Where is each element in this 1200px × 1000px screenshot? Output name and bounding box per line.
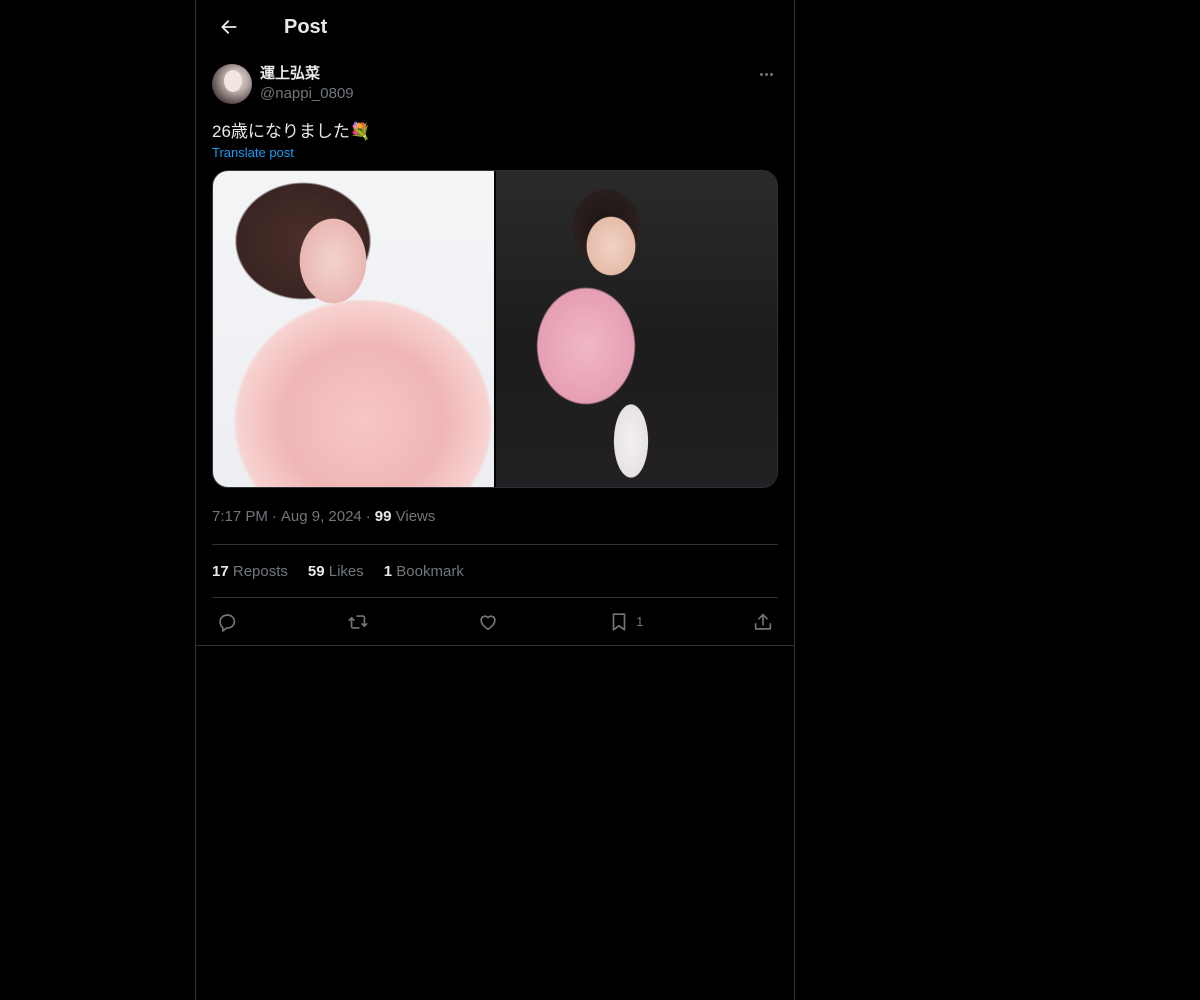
- bookmarks-count: 1: [383, 562, 393, 580]
- more-dot: [769, 72, 773, 76]
- repost-button[interactable]: [347, 611, 369, 633]
- reply-icon: [219, 613, 236, 632]
- share-button[interactable]: [752, 611, 774, 633]
- share-icon: [754, 613, 772, 630]
- header: Post: [196, 0, 794, 54]
- like-button[interactable]: [477, 611, 499, 633]
- reposts-stat[interactable]: 17 Reposts: [212, 563, 288, 580]
- likes-label: Likes: [328, 562, 364, 580]
- bookmark-icon: [612, 612, 626, 631]
- engagement-stats: 17 Reposts 59 Likes 1 Bookmark: [212, 545, 778, 597]
- post-text: 26歳になりました💐: [212, 122, 372, 141]
- likes-count: 59: [307, 562, 325, 580]
- bookmark-count: 1: [636, 614, 644, 629]
- bookmark-button[interactable]: 1: [608, 611, 643, 633]
- main-column: Post 運上弘菜 @nappi_0809 26歳になりました💐 Transla…: [195, 0, 795, 1000]
- likes-stat[interactable]: 59 Likes: [308, 563, 364, 580]
- page-title: Post: [284, 15, 328, 38]
- views-label: Views: [395, 508, 436, 525]
- more-options-button[interactable]: [754, 64, 778, 84]
- author-display-name[interactable]: 運上弘菜: [260, 64, 354, 84]
- reply-button[interactable]: [216, 611, 238, 633]
- avatar[interactable]: [212, 64, 252, 104]
- post-date[interactable]: Aug 9, 2024: [281, 508, 362, 525]
- reposts-label: Reposts: [232, 562, 288, 580]
- author-handle[interactable]: @nappi_0809: [260, 84, 354, 104]
- photo-left[interactable]: [213, 171, 494, 487]
- author-row: 運上弘菜 @nappi_0809: [212, 64, 778, 106]
- back-button[interactable]: [212, 10, 246, 44]
- post-meta: 7:17 PM · Aug 9, 2024 · 99 Views: [212, 508, 778, 528]
- author-names: 運上弘菜 @nappi_0809: [260, 64, 354, 104]
- bookmarks-stat[interactable]: 1 Bookmark: [384, 563, 464, 580]
- heart-icon: [480, 614, 497, 630]
- action-bar: 1: [212, 597, 778, 645]
- meta-separator: ·: [365, 508, 371, 525]
- bookmarks-label: Bookmark: [396, 562, 464, 580]
- meta-separator: ·: [271, 508, 277, 525]
- repost-icon: [348, 614, 368, 629]
- more-dot: [759, 72, 763, 76]
- reposts-count: 17: [212, 562, 229, 580]
- arrow-left-icon: [221, 20, 237, 34]
- post: 運上弘菜 @nappi_0809 26歳になりました💐 Translate po…: [196, 54, 794, 646]
- views-count: 99: [374, 508, 392, 525]
- more-dot: [764, 72, 768, 76]
- media-grid: [212, 170, 778, 488]
- translate-post-link[interactable]: Translate post: [212, 145, 778, 160]
- post-time[interactable]: 7:17 PM: [212, 508, 268, 525]
- photo-right[interactable]: [496, 171, 777, 487]
